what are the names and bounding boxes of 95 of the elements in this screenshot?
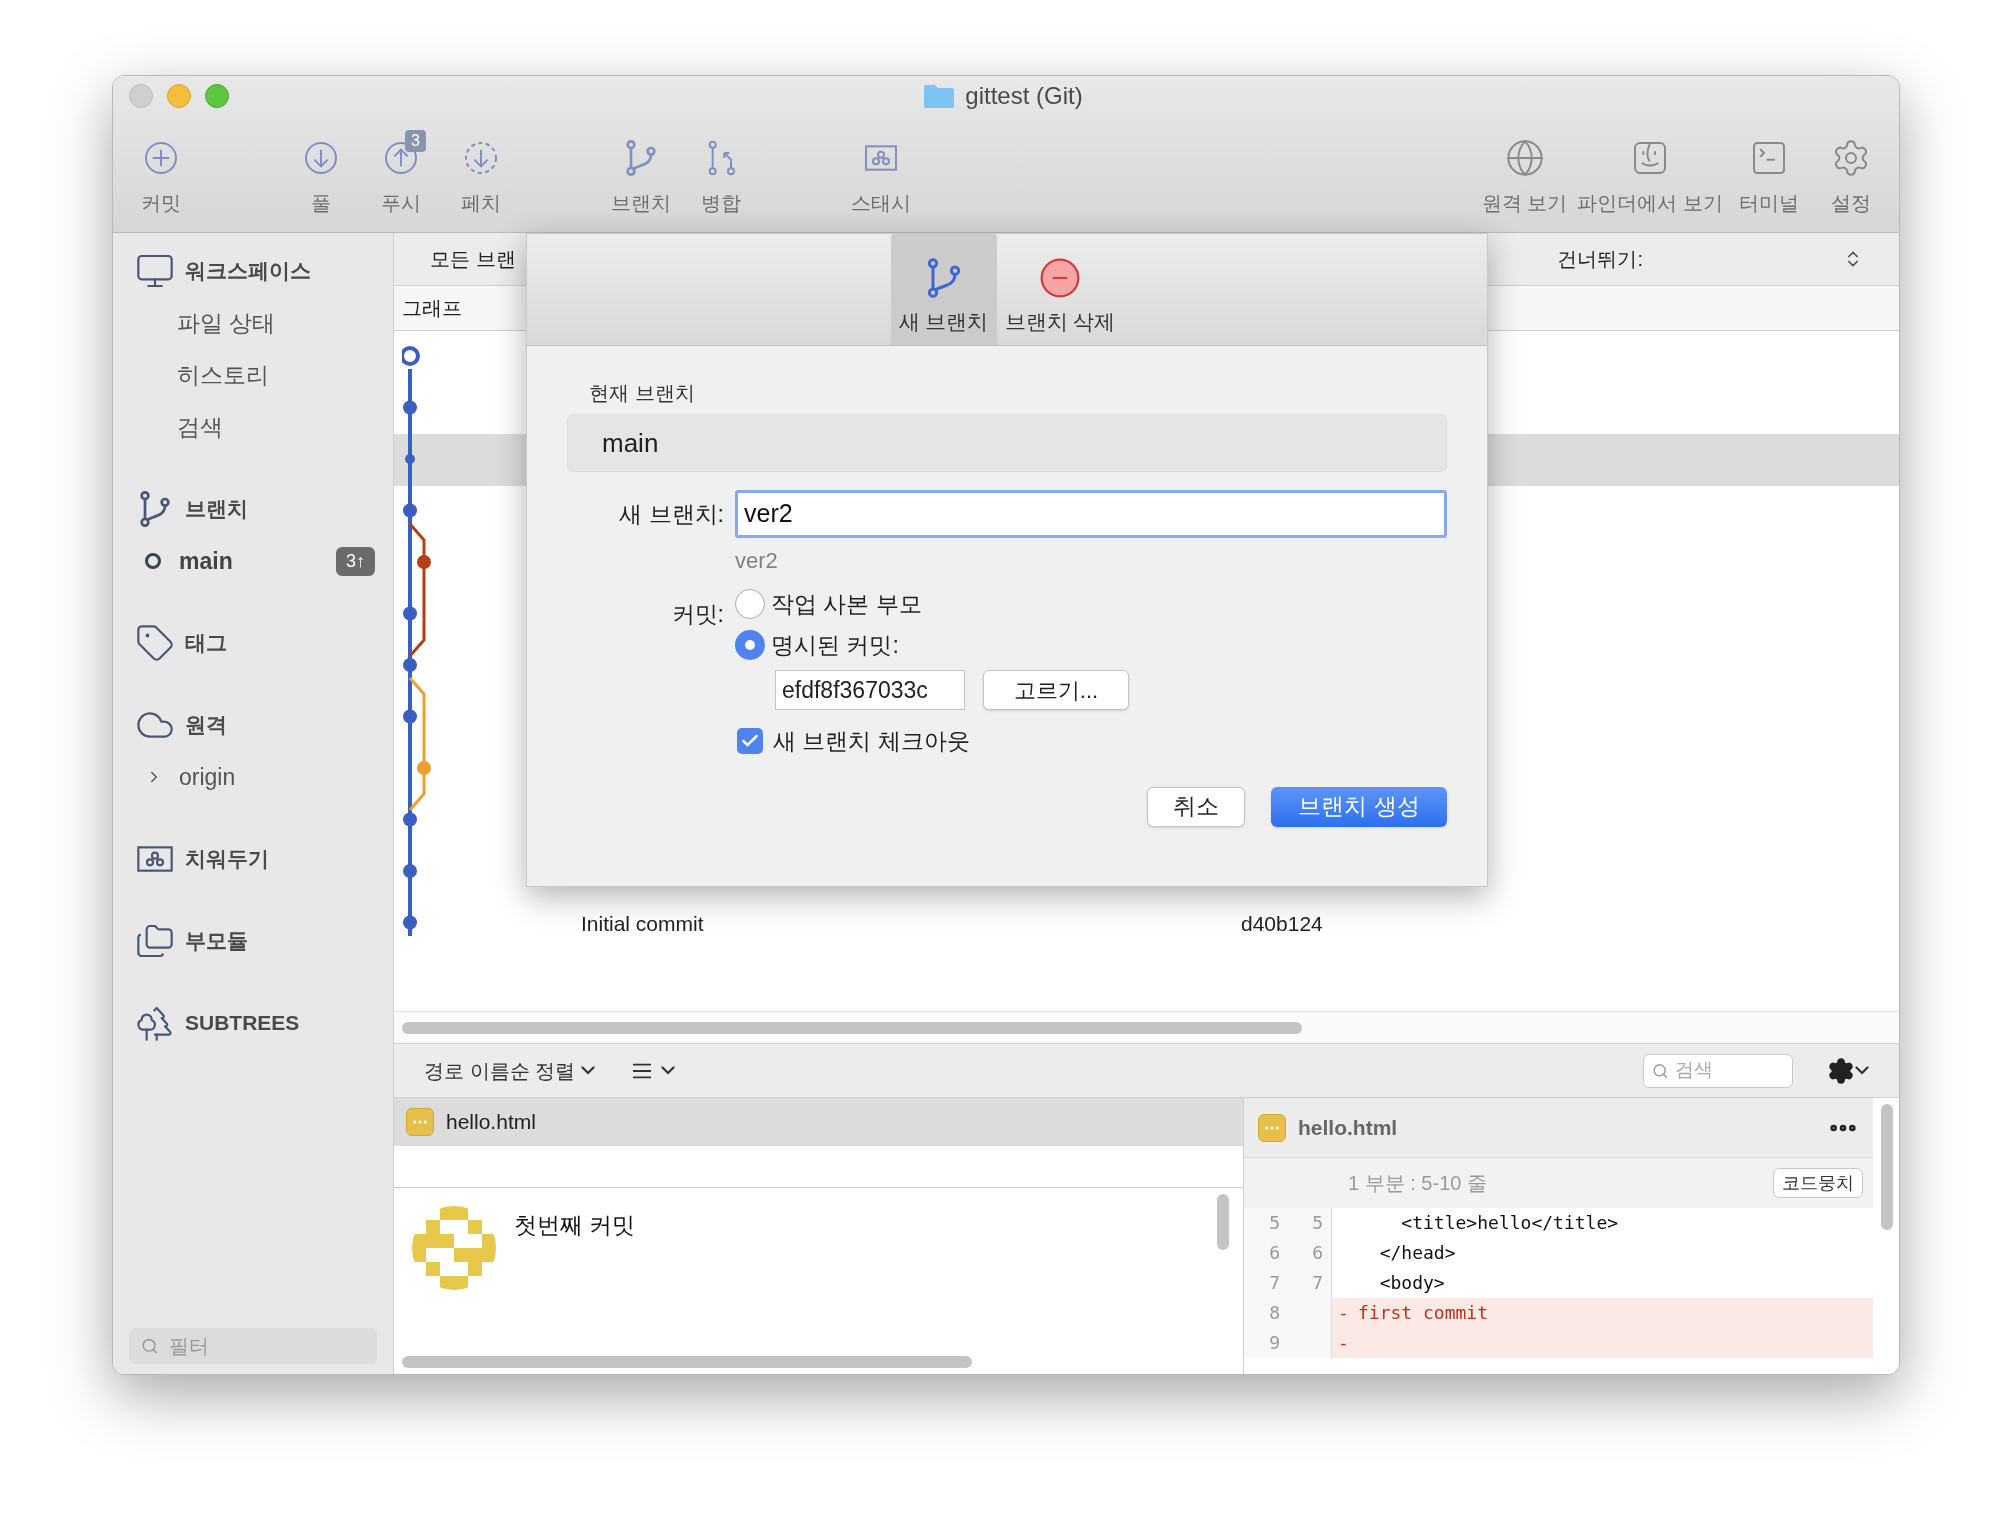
toolbar-label: 파인더에서 보기 <box>1577 191 1723 216</box>
toolbar-label: 커밋 <box>141 191 181 216</box>
commit-node <box>403 915 417 930</box>
globe-icon <box>1504 138 1545 178</box>
commit-node <box>403 606 417 621</box>
sidebar-section[interactable]: 치워두기 <box>113 833 393 885</box>
commit-node <box>417 555 431 569</box>
radio-button[interactable] <box>735 629 765 660</box>
commit-node <box>403 709 417 724</box>
sidebar-section[interactable]: 워크스페이스 <box>113 245 393 297</box>
radio-button[interactable] <box>735 589 765 620</box>
choose-button[interactable]: 고르기... <box>983 670 1129 710</box>
toolbar-button[interactable]: 터미널 <box>1729 130 1809 218</box>
toolbar-button[interactable]: 커밋 <box>121 130 201 218</box>
jump-label: 건너뛰기: <box>1557 247 1643 272</box>
toolbar-label: 브랜치 <box>611 191 671 216</box>
commit-node <box>403 812 417 827</box>
sidebar-section[interactable]: 부모듈 <box>113 915 393 967</box>
toolbar-label: 설정 <box>1831 191 1871 216</box>
toolbar-button[interactable]: 브랜치 <box>601 130 681 218</box>
toolbar-label: 터미널 <box>1739 191 1799 216</box>
filter-field[interactable]: 필터 <box>129 1328 377 1364</box>
commit-node <box>405 454 415 464</box>
branch-name-preview: ver2 <box>735 547 779 575</box>
toolbar-button[interactable]: 원격 보기 <box>1477 130 1572 218</box>
file-row[interactable]: hello.html <box>394 1098 1243 1146</box>
commit-node <box>403 864 417 878</box>
dialog-tab[interactable]: 새 브랜치 <box>890 234 997 345</box>
sidebar-section[interactable]: 원격 <box>113 699 393 751</box>
toolbar-label: 푸시 <box>381 191 421 216</box>
current-branch-label: 현재 브랜치 <box>588 381 696 406</box>
new-branch-label: 새 브랜치: <box>618 499 724 529</box>
cancel-button[interactable]: 취소 <box>1147 786 1245 827</box>
toolbar-button[interactable]: 풀 <box>281 130 361 218</box>
toolbar-label: 병합 <box>701 191 741 216</box>
new-branch-input[interactable]: ver2 <box>744 495 1438 533</box>
commit-hash: d40b124 <box>1241 910 1323 937</box>
search-icon <box>141 1336 159 1356</box>
diff-file-header: hello.html <box>1244 1098 1873 1158</box>
sidebar-section[interactable]: 태그 <box>113 617 393 669</box>
search-field[interactable]: 검색 <box>1643 1053 1793 1088</box>
current-branch-value: main <box>567 414 1447 472</box>
filter-input[interactable]: 필터 <box>168 1331 365 1361</box>
commit-radio-option[interactable]: 명시된 커밋: <box>735 627 1447 662</box>
chevron-down-icon <box>661 1066 676 1075</box>
checkbox[interactable] <box>737 728 763 755</box>
commit-node <box>403 400 417 415</box>
hunk-header: 1 부분 : 5-10 줄 코드뭉치 <box>1244 1158 1873 1208</box>
toolbar-label: 원격 보기 <box>1481 191 1568 216</box>
chevron-down-icon <box>581 1066 596 1075</box>
commit-message: Initial commit <box>581 910 705 937</box>
settings-menu-button[interactable] <box>1827 1056 1869 1085</box>
count-badge: 3 <box>405 130 426 152</box>
commit-node <box>403 658 417 672</box>
commit-hash-field[interactable]: efdf8f367033c <box>775 670 965 710</box>
hunk-button[interactable]: 코드뭉치 <box>1773 1168 1863 1198</box>
gear-icon <box>1827 1056 1855 1085</box>
toolbar-label: 풀 <box>311 191 331 216</box>
sidebar-item[interactable]: main 3↑ <box>113 535 393 587</box>
sidebar-section[interactable]: 브랜치 <box>113 483 393 535</box>
toolbar-button[interactable]: 파인더에서 보기 <box>1573 130 1727 218</box>
commit-node <box>403 503 417 518</box>
toolbar-button[interactable]: 3 푸시 <box>361 130 441 218</box>
toolbar-button[interactable]: 스태시 <box>841 130 921 218</box>
chevron-down-icon <box>1855 1066 1869 1075</box>
sidebar-section[interactable]: SUBTREES <box>113 997 393 1049</box>
checkout-checkbox-row[interactable]: 새 브랜치 체크아웃 <box>737 724 1447 759</box>
toolbar-button[interactable]: 페치 <box>441 130 521 218</box>
commit-radio-option[interactable]: 작업 사본 부모 <box>735 587 1447 622</box>
create-branch-button[interactable]: 브랜치 생성 <box>1271 786 1447 827</box>
toolbar-button[interactable]: 설정 <box>1811 130 1891 218</box>
zoom-button[interactable] <box>205 84 229 108</box>
modified-file-icon <box>1258 1113 1286 1142</box>
vertical-scrollbar <box>1217 1194 1229 1250</box>
sidebar-item[interactable]: 히스토리 <box>113 349 393 401</box>
window-title: gittest (Git) <box>965 81 1083 111</box>
toolbar-button[interactable]: 병합 <box>681 130 761 218</box>
ahead-count-badge: 3↑ <box>336 546 375 576</box>
search-input[interactable]: 검색 <box>1674 1056 1784 1085</box>
toolbar-label: 페치 <box>461 191 501 216</box>
sidebar-item[interactable]: 파일 상태 <box>113 297 393 349</box>
commit-row[interactable]: Initial commit d40b124 <box>394 897 1899 949</box>
folder-icon <box>923 83 956 109</box>
commit-label: 커밋: <box>670 600 724 629</box>
commit-node <box>417 761 431 775</box>
new-branch-field[interactable]: ver2 <box>735 490 1447 538</box>
sidebar-item[interactable]: 검색 <box>113 401 393 453</box>
commit-node <box>402 346 420 366</box>
tag-icon <box>135 623 175 663</box>
avatar-identicon <box>412 1206 496 1290</box>
commit-message: 첫번째 커밋 <box>514 1211 636 1240</box>
toolbar-label: 스태시 <box>851 191 911 216</box>
sidebar-item[interactable]: origin <box>113 751 393 803</box>
sort-dropdown[interactable]: 경로 이름순 정렬 <box>424 1055 596 1086</box>
modified-file-icon <box>406 1108 434 1136</box>
